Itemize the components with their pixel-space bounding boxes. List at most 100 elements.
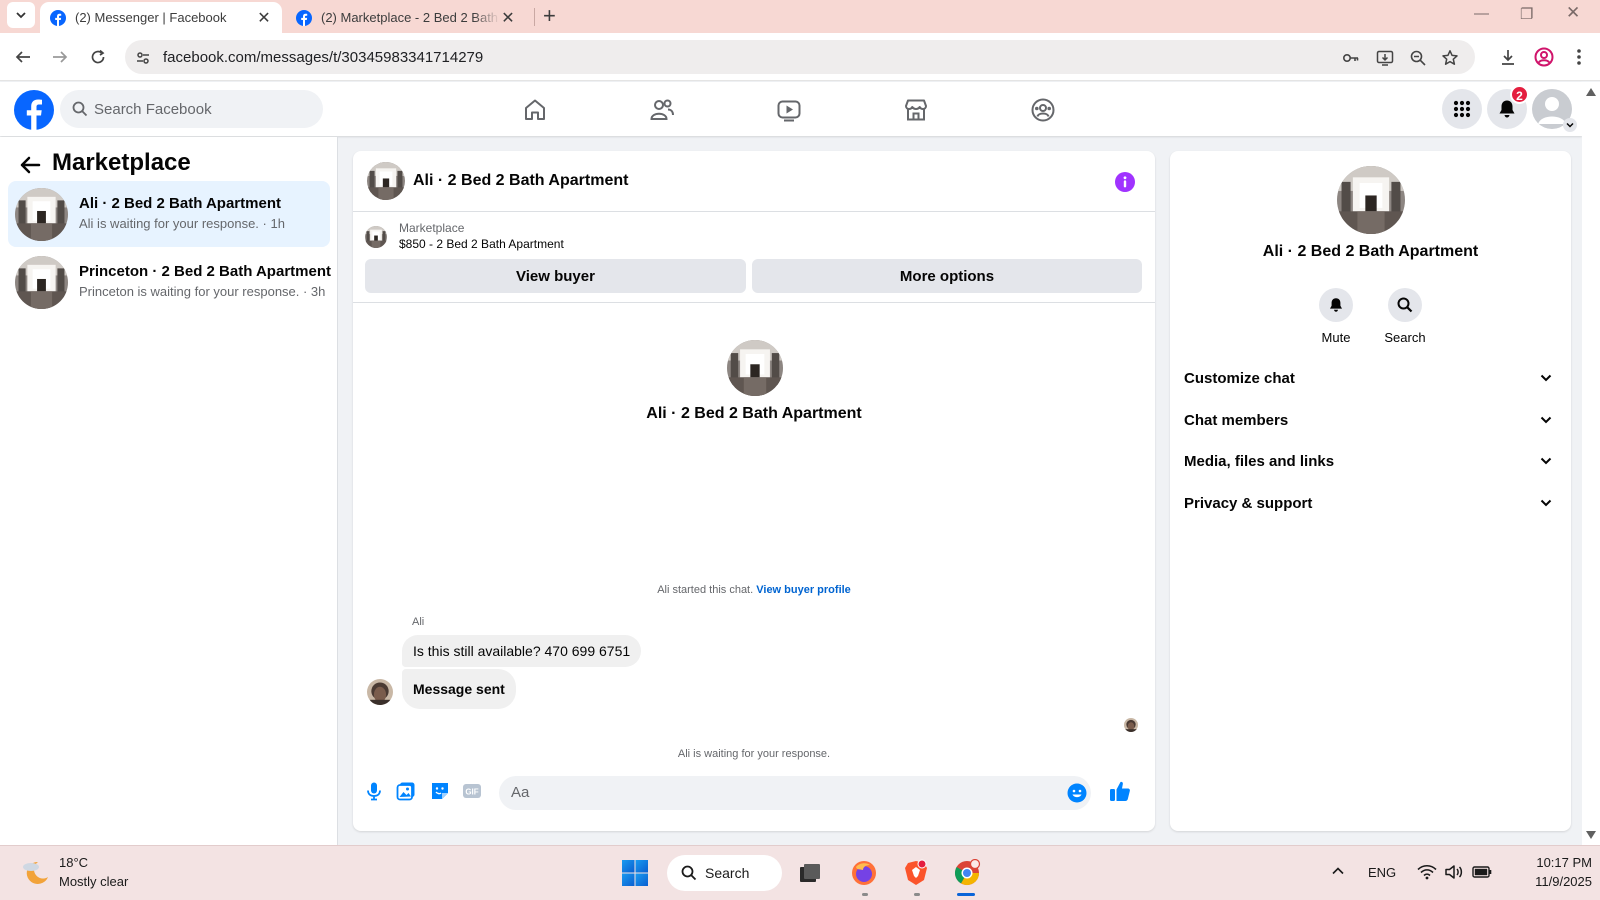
battery-icon[interactable] [1472, 862, 1492, 882]
volume-icon[interactable] [1444, 862, 1464, 882]
photo-icon [396, 782, 415, 801]
message-bubble[interactable]: Message sent [402, 669, 516, 709]
view-buyer-button[interactable]: View buyer [365, 259, 746, 293]
tab-divider [534, 8, 535, 26]
address-bar[interactable]: facebook.com/messages/t/3034598334171427… [125, 40, 1475, 74]
clock-time[interactable]: 10:17 PM [1502, 855, 1592, 870]
customize-chat-section[interactable]: Customize chat [1184, 358, 1557, 398]
close-tab-icon[interactable]: ✕ [256, 8, 272, 28]
message-input[interactable] [511, 784, 1051, 801]
weather-condition[interactable]: Mostly clear [59, 874, 128, 889]
marketplace-icon [905, 99, 927, 121]
nav-marketplace[interactable] [861, 90, 971, 130]
zoom-icon[interactable] [1408, 48, 1428, 68]
media-files-links-section[interactable]: Media, files and links [1184, 441, 1557, 481]
sender-avatar[interactable] [367, 679, 393, 705]
message-composer[interactable] [499, 776, 1091, 810]
sticker-icon [432, 783, 448, 799]
chat-title[interactable]: Ali · 2 Bed 2 Bath Apartment [413, 172, 628, 190]
search-icon [681, 865, 697, 881]
show-hidden-icons-icon[interactable] [1331, 864, 1345, 878]
info-icon[interactable] [1115, 172, 1135, 192]
listing-thumbnail [365, 226, 387, 248]
conversation-item[interactable]: Princeton · 2 Bed 2 Bath Apartment Princ… [8, 249, 331, 315]
mute-button[interactable]: Mute [1306, 288, 1366, 345]
message-text: Message sent [413, 681, 505, 697]
install-app-icon[interactable] [1375, 48, 1395, 68]
chat-header-avatar[interactable] [367, 162, 405, 200]
more-options-button[interactable]: More options [752, 259, 1142, 293]
moon-weather-icon[interactable] [21, 858, 51, 888]
wifi-icon[interactable] [1417, 862, 1437, 882]
search-icon [1388, 288, 1422, 322]
task-view-button[interactable] [794, 857, 826, 889]
brave-app[interactable] [900, 857, 932, 889]
downloads-button[interactable] [1498, 47, 1518, 67]
chat-members-section[interactable]: Chat members [1184, 400, 1557, 440]
account-chevron-icon[interactable] [1563, 118, 1577, 132]
home-icon [525, 99, 545, 120]
svg-text:GIF: GIF [465, 788, 478, 797]
reload-button[interactable] [88, 47, 108, 67]
facebook-search-input[interactable] [94, 100, 294, 118]
chevron-down-icon [1540, 416, 1552, 424]
profile-icon [1534, 47, 1554, 67]
notification-count-badge: 2 [1510, 85, 1529, 104]
firefox-app[interactable] [848, 857, 880, 889]
page-scrollbar[interactable] [1582, 82, 1600, 845]
back-button[interactable] [13, 47, 33, 67]
nav-video[interactable] [734, 90, 844, 130]
nav-friends[interactable] [607, 90, 717, 130]
facebook-search-box[interactable] [60, 90, 323, 128]
chrome-icon [954, 859, 981, 886]
emoji-icon[interactable] [1067, 783, 1087, 803]
bookmark-star-icon[interactable] [1440, 48, 1460, 68]
taskbar-search[interactable]: Search [667, 855, 782, 891]
gif-button[interactable]: GIF [460, 779, 484, 803]
conversation-name: Princeton · 2 Bed 2 Bath Apartment [79, 263, 331, 280]
conversation-avatar [15, 188, 68, 241]
key-icon[interactable] [1341, 48, 1361, 68]
browser-tab-messenger[interactable]: (2) Messenger | Facebook ✕ [40, 2, 282, 33]
chevron-down-icon [16, 12, 26, 19]
close-tab-icon[interactable]: ✕ [500, 8, 516, 28]
windows-start-icon[interactable] [621, 859, 649, 887]
close-window-button[interactable]: ✕ [1566, 3, 1580, 23]
arrow-right-icon [53, 51, 68, 63]
restore-window-button[interactable]: ❐ [1520, 5, 1533, 23]
tab-title: (2) Messenger | Facebook [75, 10, 227, 25]
weather-temperature[interactable]: 18°C [59, 855, 88, 870]
tab-search-button[interactable] [7, 2, 35, 28]
sticker-button[interactable] [428, 779, 452, 803]
menu-button[interactable] [1442, 89, 1482, 129]
listing-label: Marketplace [399, 221, 465, 235]
browser-menu-button[interactable] [1569, 47, 1589, 67]
send-like-button[interactable] [1108, 779, 1132, 803]
view-buyer-profile-link[interactable]: View buyer profile [756, 584, 851, 596]
intro-avatar [727, 340, 783, 396]
voice-clip-button[interactable] [362, 779, 386, 803]
minimize-window-button[interactable]: — [1474, 5, 1489, 22]
nav-home[interactable] [480, 90, 590, 130]
chrome-app[interactable] [951, 857, 983, 889]
attach-media-button[interactable] [394, 779, 418, 803]
conversation-item[interactable]: Ali · 2 Bed 2 Bath Apartment Ali is wait… [8, 181, 330, 247]
forward-button[interactable] [50, 47, 70, 67]
details-avatar[interactable] [1337, 166, 1405, 234]
microphone-icon [367, 782, 381, 801]
new-tab-button[interactable]: + [543, 3, 556, 29]
back-arrow-icon[interactable] [18, 153, 42, 177]
site-info-icon[interactable] [133, 48, 153, 68]
facebook-logo[interactable] [14, 90, 54, 130]
search-in-chat-button[interactable]: Search [1375, 288, 1435, 345]
browser-tab-marketplace[interactable]: (2) Marketplace - 2 Bed 2 Bath Apartment… [286, 2, 526, 33]
conversation-name: Ali · 2 Bed 2 Bath Apartment [79, 195, 281, 212]
message-bubble[interactable]: Is this still available? 470 699 6751 [402, 635, 642, 667]
input-language[interactable]: ENG [1368, 865, 1396, 880]
privacy-support-section[interactable]: Privacy & support [1184, 483, 1557, 523]
more-vertical-icon [1577, 49, 1581, 65]
sender-name: Ali [412, 616, 425, 628]
profile-button[interactable] [1534, 47, 1554, 67]
clock-date[interactable]: 11/9/2025 [1502, 874, 1592, 889]
nav-groups[interactable] [988, 90, 1098, 130]
